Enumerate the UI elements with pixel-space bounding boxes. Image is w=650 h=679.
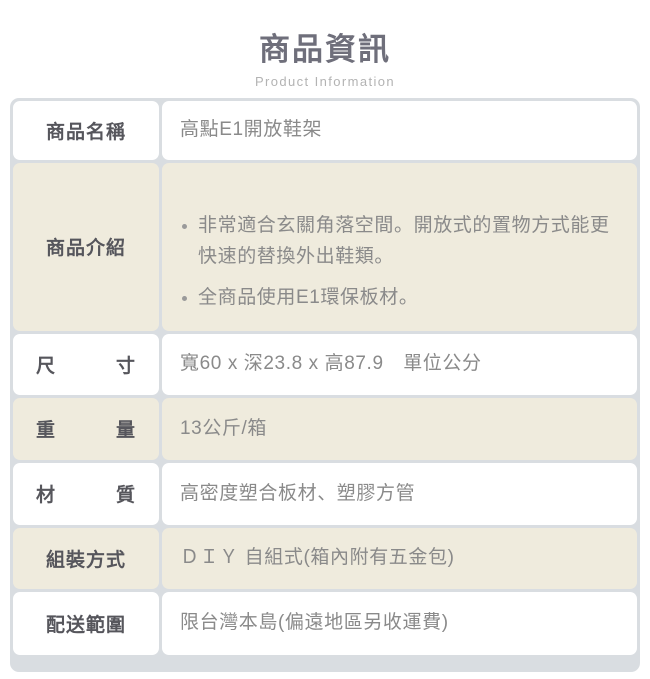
label-text: 組裝方式 <box>45 549 126 571</box>
list-item: 非常適合玄關角落空間。開放式的置物方式能更快速的替換外出鞋類。 <box>180 210 625 272</box>
table-row: 組裝方式 ＤＩＹ 自組式(箱內附有五金包) <box>11 526 639 590</box>
row-value-product-intro: 非常適合玄關角落空間。開放式的置物方式能更快速的替換外出鞋類。 全商品使用E1環… <box>162 162 637 331</box>
row-value-shipping: 限台灣本島(偏遠地區另收運費) <box>162 591 637 655</box>
table-row: 尺寸 寬60 x 深23.8 x 高87.9 單位公分 <box>11 332 639 396</box>
table-row: 商品名稱 高點E1開放鞋架 <box>11 99 639 161</box>
row-label-shipping: 配送範圍 <box>13 591 159 655</box>
table-row: 重量 13公斤/箱 <box>11 396 639 461</box>
row-value-material: 高密度塑合板材、塑膠方管 <box>162 462 637 525</box>
row-value-assembly: ＤＩＹ 自組式(箱內附有五金包) <box>162 527 637 589</box>
row-label-dimensions: 尺寸 <box>13 333 159 395</box>
product-info-table: 商品名稱 高點E1開放鞋架 商品介紹 非常適合玄關角落空間。開放式的置物方式能更… <box>10 98 640 672</box>
label-text: 商品介紹 <box>45 238 126 259</box>
row-value-dimensions: 寬60 x 深23.8 x 高87.9 單位公分 <box>162 333 637 395</box>
row-label-product-name: 商品名稱 <box>13 100 159 160</box>
intro-bullet-list: 非常適合玄關角落空間。開放式的置物方式能更快速的替換外出鞋類。 全商品使用E1環… <box>180 210 625 313</box>
table-row: 材質 高密度塑合板材、塑膠方管 <box>11 461 639 526</box>
row-label-material: 材質 <box>13 462 159 525</box>
row-label-assembly: 組裝方式 <box>13 527 159 589</box>
table-row: 商品介紹 非常適合玄關角落空間。開放式的置物方式能更快速的替換外出鞋類。 全商品… <box>11 161 639 332</box>
page-header: 商品資訊 Product Information <box>0 0 650 98</box>
row-label-product-intro: 商品介紹 <box>13 162 159 331</box>
page-subtitle: Product Information <box>254 74 396 89</box>
label-text: 配送範圍 <box>45 614 126 636</box>
label-text: 尺寸 <box>36 355 136 377</box>
table-row: 配送範圍 限台灣本島(偏遠地區另收運費) <box>11 590 639 656</box>
product-info-page: 商品資訊 Product Information 商品名稱 高點E1開放鞋架 商… <box>0 0 650 679</box>
row-value-weight: 13公斤/箱 <box>162 397 637 460</box>
label-text: 重量 <box>36 420 136 441</box>
list-item: 全商品使用E1環保板材。 <box>180 282 625 313</box>
page-title: 商品資訊 <box>259 32 391 67</box>
row-label-weight: 重量 <box>13 397 159 460</box>
row-value-product-name: 高點E1開放鞋架 <box>162 100 637 160</box>
label-text: 商品名稱 <box>45 121 126 143</box>
label-text: 材質 <box>36 485 136 506</box>
